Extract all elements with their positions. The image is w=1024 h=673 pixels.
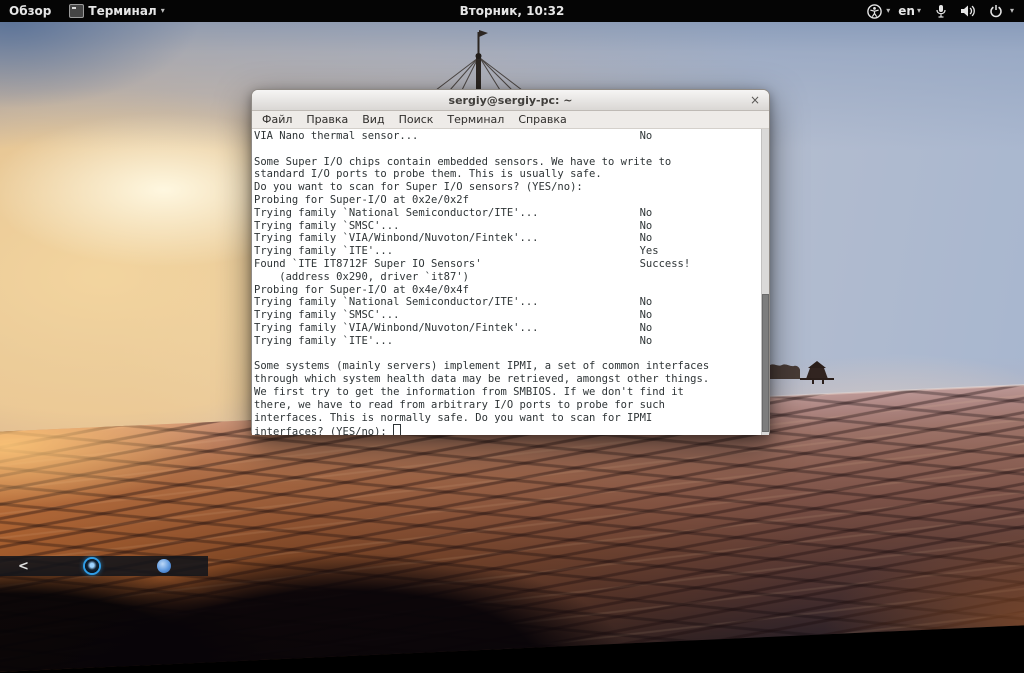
power-icon <box>990 5 1002 18</box>
terminal-output-area[interactable]: VIA Nano thermal sensor... No Some Super… <box>252 129 769 435</box>
clock-label: Вторник, 10:32 <box>459 4 565 18</box>
chevron-down-icon: ▾ <box>916 6 921 15</box>
menu-terminal[interactable]: Терминал <box>440 111 511 128</box>
terminal-app-icon <box>69 4 85 18</box>
keyboard-layout-label: en <box>898 4 915 18</box>
chevron-down-icon: ▾ <box>1009 6 1014 15</box>
volume-icon <box>960 5 975 17</box>
dock-app-icon-active[interactable] <box>84 559 99 573</box>
terminal-menubar: Файл Правка Вид Поиск Терминал Справка <box>252 111 769 129</box>
terminal-cursor <box>393 424 402 435</box>
window-titlebar[interactable]: sergiy@sergiy-pc: ~ × <box>252 90 769 111</box>
accessibility-icon <box>867 3 883 19</box>
ship-mast-silhouette <box>435 30 523 90</box>
accessibility-menu[interactable] <box>863 0 886 22</box>
terminal-output-text: VIA Nano thermal sensor... No Some Super… <box>254 130 710 435</box>
dock-collapse-chevron[interactable]: < <box>18 560 29 573</box>
menu-view[interactable]: Вид <box>355 111 391 128</box>
menu-help[interactable]: Справка <box>511 111 573 128</box>
close-button[interactable]: × <box>750 93 760 107</box>
bottom-dock: < <box>0 556 208 576</box>
menu-edit[interactable]: Правка <box>299 111 355 128</box>
scrollbar-thumb[interactable] <box>762 294 769 432</box>
activities-label: Обзор <box>9 4 52 18</box>
chevron-down-icon: ▾ <box>160 6 165 15</box>
terminal-scrollbar[interactable] <box>761 129 769 435</box>
clock-button[interactable]: Вторник, 10:32 <box>460 0 565 22</box>
window-title: sergiy@sergiy-pc: ~ <box>448 93 573 107</box>
menu-search[interactable]: Поиск <box>392 111 441 128</box>
activities-button[interactable]: Обзор <box>0 0 60 22</box>
terminal-window: sergiy@sergiy-pc: ~ × Файл Правка Вид По… <box>251 89 770 435</box>
status-area: ▾ en ▾ ▾ <box>863 0 1024 22</box>
system-menu[interactable]: ▾ <box>931 0 1018 22</box>
app-menu-label: Терминал <box>88 4 157 18</box>
island-hut-silhouette <box>770 361 834 384</box>
microphone-icon <box>936 5 946 18</box>
gnome-top-bar: Обзор Терминал ▾ Вторник, 10:32 ▾ en ▾ ▾ <box>0 0 1024 22</box>
menu-file[interactable]: Файл <box>255 111 299 128</box>
keyboard-layout-menu[interactable]: en <box>890 0 917 22</box>
app-menu-terminal[interactable]: Терминал ▾ <box>60 0 173 22</box>
dock-app-icon[interactable] <box>156 559 171 573</box>
